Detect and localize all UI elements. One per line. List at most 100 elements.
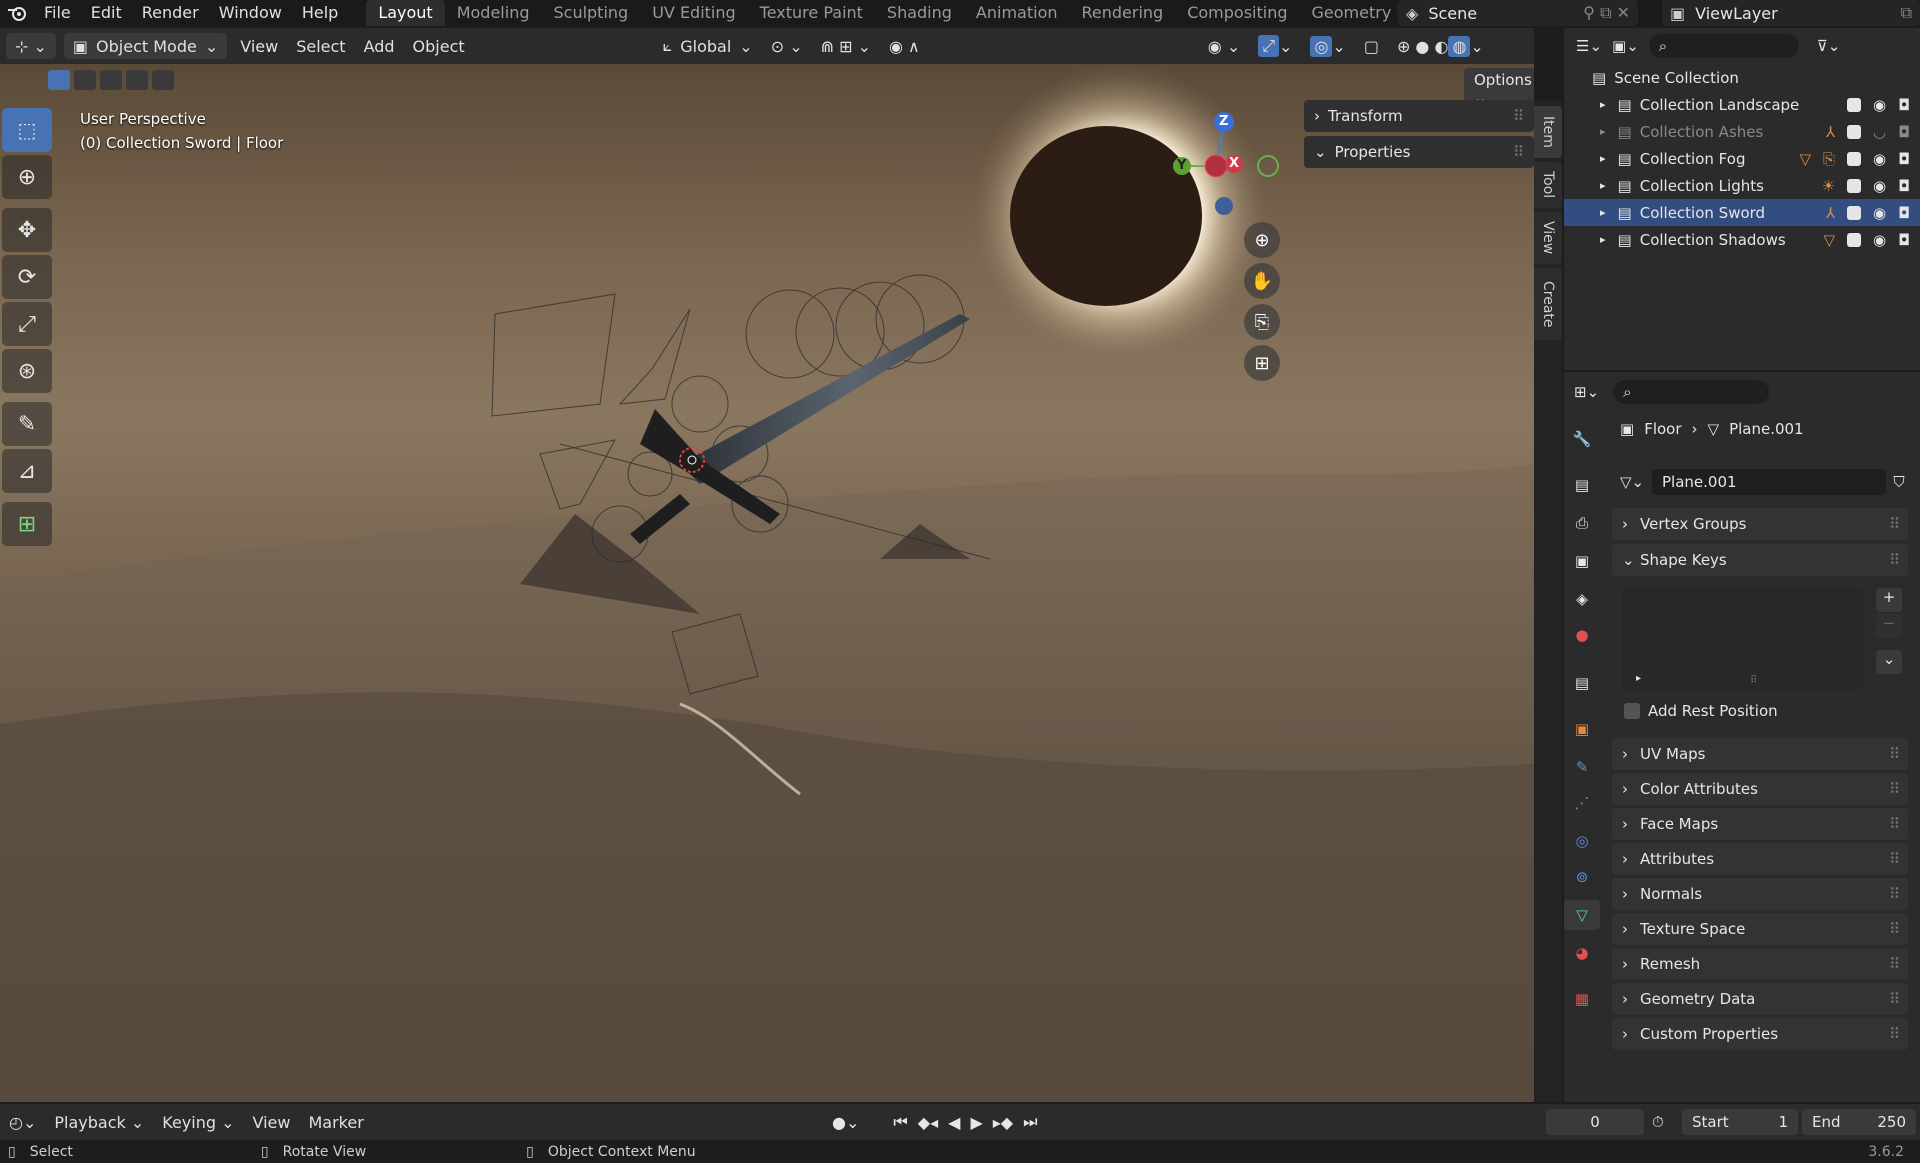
exclude-checkbox[interactable] [1847, 151, 1862, 166]
display-mode-icon[interactable]: ▣⌄ [1612, 37, 1639, 55]
shading-modes-icon[interactable]: ⊕ ● ◐ ◍ ⌄ [1388, 33, 1493, 59]
physics-tab-icon[interactable]: ◎ [1564, 826, 1600, 856]
tab-rendering[interactable]: Rendering [1070, 0, 1176, 26]
drag-handle-icon[interactable]: ⠿ [1889, 955, 1900, 973]
tab-view[interactable]: View [1534, 212, 1562, 264]
gizmo-toggle-icon[interactable]: ⤢ ⌄ [1249, 33, 1301, 59]
eye-icon[interactable]: ◉ [1873, 96, 1886, 114]
mesh-name-field[interactable]: Plane.001 [1652, 469, 1886, 495]
list-expand-icon[interactable]: ▸ [1636, 673, 1641, 684]
render-tab-icon[interactable]: ▤ [1564, 470, 1600, 500]
filter-icon[interactable]: ⊽⌄ [1817, 37, 1841, 55]
outliner-collection-row[interactable]: ▸ ▤ Collection Ashes ⅄ ◡ ◘ [1564, 118, 1920, 145]
npanel-properties[interactable]: ⌄ Properties ⠿ [1304, 136, 1534, 168]
outliner-scene-collection[interactable]: ▤ Scene Collection [1564, 64, 1920, 91]
play-icon[interactable]: ▶ [970, 1113, 982, 1132]
shape-keys-list[interactable]: ▸ ⠿ [1622, 588, 1864, 690]
eye-icon[interactable]: ◉ [1873, 177, 1886, 195]
pan-hand-icon[interactable]: ✋ [1244, 263, 1280, 299]
drag-handle-icon[interactable]: ⠿ [1889, 885, 1900, 903]
eye-closed-icon[interactable]: ◡ [1873, 123, 1886, 141]
start-frame-field[interactable]: Start 1 [1682, 1109, 1798, 1135]
tab-animation[interactable]: Animation [964, 0, 1070, 26]
snap-icon[interactable]: ⋒ ⊞ ⌄ [812, 33, 880, 59]
rotate-tool-icon[interactable]: ⟳ [2, 255, 52, 299]
menu-edit[interactable]: Edit [81, 0, 132, 26]
exclude-checkbox[interactable] [1847, 97, 1862, 112]
panel-attributes[interactable]: › Attributes ⠿ [1612, 843, 1908, 875]
camera-icon[interactable]: ◘ [1898, 96, 1910, 114]
fake-user-shield-icon[interactable]: ⛉ [1886, 473, 1912, 491]
menu-keying[interactable]: Keying ⌄ [153, 1109, 243, 1135]
editor-type-button[interactable]: ⊹ ⌄ [6, 33, 56, 59]
stopwatch-icon[interactable]: ⏱ [1652, 1113, 1664, 1131]
expand-arrow-icon[interactable]: ▸ [1600, 206, 1606, 219]
properties-editor-icon[interactable]: ⊞⌄ [1574, 383, 1599, 401]
menu-file[interactable]: File [34, 0, 81, 26]
menu-window[interactable]: Window [209, 0, 292, 26]
orientation-dropdown[interactable]: ⟀ Global ⌄ [654, 33, 762, 59]
scene-tab-icon[interactable]: ◈ [1564, 584, 1600, 614]
jump-end-icon[interactable]: ⏭ [1023, 1112, 1037, 1132]
drag-handle-icon[interactable]: ⠿ [1513, 143, 1524, 161]
menu-object[interactable]: Object [404, 33, 474, 59]
perspective-toggle-icon[interactable]: ⊞ [1244, 345, 1280, 381]
panel-uv-maps[interactable]: › UV Maps ⠿ [1612, 738, 1908, 770]
world-tab-icon[interactable]: ● [1564, 620, 1600, 650]
play-reverse-icon[interactable]: ◀ [948, 1113, 960, 1132]
add-rest-position-checkbox[interactable] [1624, 703, 1640, 719]
particles-tab-icon[interactable]: ⋰ [1564, 788, 1600, 818]
camera-icon[interactable]: ◘ [1898, 204, 1910, 222]
panel-geometry-data[interactable]: › Geometry Data ⠿ [1612, 983, 1908, 1015]
drag-handle-icon[interactable]: ⠿ [1889, 551, 1900, 569]
proportional-edit-icon[interactable]: ◉ ∧ [880, 33, 929, 59]
timeline-editor-icon[interactable]: ◴⌄ [0, 1109, 45, 1135]
drag-handle-icon[interactable]: ⠿ [1889, 1025, 1900, 1043]
pivot-icon[interactable]: ⊙ ⌄ [762, 33, 812, 59]
menu-select[interactable]: Select [287, 33, 354, 59]
npanel-transform[interactable]: › Transform ⠿ [1304, 100, 1534, 132]
select-intersect-icon[interactable] [152, 70, 174, 90]
remove-shape-key-button[interactable]: − [1876, 614, 1902, 638]
scale-tool-icon[interactable]: ⤢ [2, 302, 52, 346]
zoom-icon[interactable]: ⊕ [1244, 222, 1280, 258]
eye-icon[interactable]: ◉ [1873, 150, 1886, 168]
select-new-icon[interactable] [48, 70, 70, 90]
new-layer-icon[interactable]: ⧉ [1901, 3, 1912, 23]
tab-texture-paint[interactable]: Texture Paint [748, 0, 875, 26]
annotate-tool-icon[interactable]: ✎ [2, 402, 52, 446]
modifier-tab-icon[interactable]: ✎ [1564, 752, 1600, 782]
drag-handle-icon[interactable]: ⠿ [1889, 780, 1900, 798]
eye-icon[interactable]: ◉ [1873, 204, 1886, 222]
camera-icon[interactable]: ◘ [1898, 123, 1910, 141]
shape-key-specials-button[interactable]: ⌄ [1876, 650, 1902, 674]
expand-arrow-icon[interactable]: ▸ [1600, 179, 1606, 192]
transform-tool-icon[interactable]: ⊛ [2, 349, 52, 393]
mode-dropdown[interactable]: ▣ Object Mode ⌄ [63, 33, 228, 59]
tool-tab-icon[interactable]: 🔧 [1564, 424, 1600, 454]
drag-handle-icon[interactable]: ⠿ [1889, 990, 1900, 1008]
camera-view-icon[interactable]: ⎘ [1244, 304, 1280, 340]
tab-create[interactable]: Create [1534, 268, 1562, 340]
scene-selector[interactable]: ◈ Scene ⚲ ⧉ ✕ [1398, 0, 1638, 26]
camera-icon[interactable]: ◘ [1898, 177, 1910, 195]
object-tab-icon[interactable]: ▣ [1564, 714, 1600, 744]
drag-handle-icon[interactable]: ⠿ [1889, 515, 1900, 533]
tab-layout[interactable]: Layout [366, 0, 445, 26]
tab-tool[interactable]: Tool [1534, 162, 1562, 208]
list-resize-handle-icon[interactable]: ⠿ [1750, 675, 1757, 686]
menu-render[interactable]: Render [132, 0, 209, 26]
material-tab-icon[interactable]: ◕ [1564, 938, 1600, 968]
eye-icon[interactable]: ◉ [1873, 231, 1886, 249]
next-keyframe-icon[interactable]: ▸◆ [993, 1113, 1013, 1132]
tab-sculpting[interactable]: Sculpting [541, 0, 640, 26]
expand-arrow-icon[interactable]: ▸ [1600, 98, 1606, 111]
drag-handle-icon[interactable]: ⠿ [1513, 107, 1524, 125]
tab-modeling[interactable]: Modeling [445, 0, 542, 26]
outliner-editor-icon[interactable]: ☰⌄ [1576, 37, 1602, 55]
tab-item[interactable]: Item [1534, 106, 1562, 158]
measure-tool-icon[interactable]: ⊿ [2, 449, 52, 493]
select-subtract-icon[interactable] [100, 70, 122, 90]
menu-add[interactable]: Add [355, 33, 404, 59]
menu-view[interactable]: View [231, 33, 287, 59]
